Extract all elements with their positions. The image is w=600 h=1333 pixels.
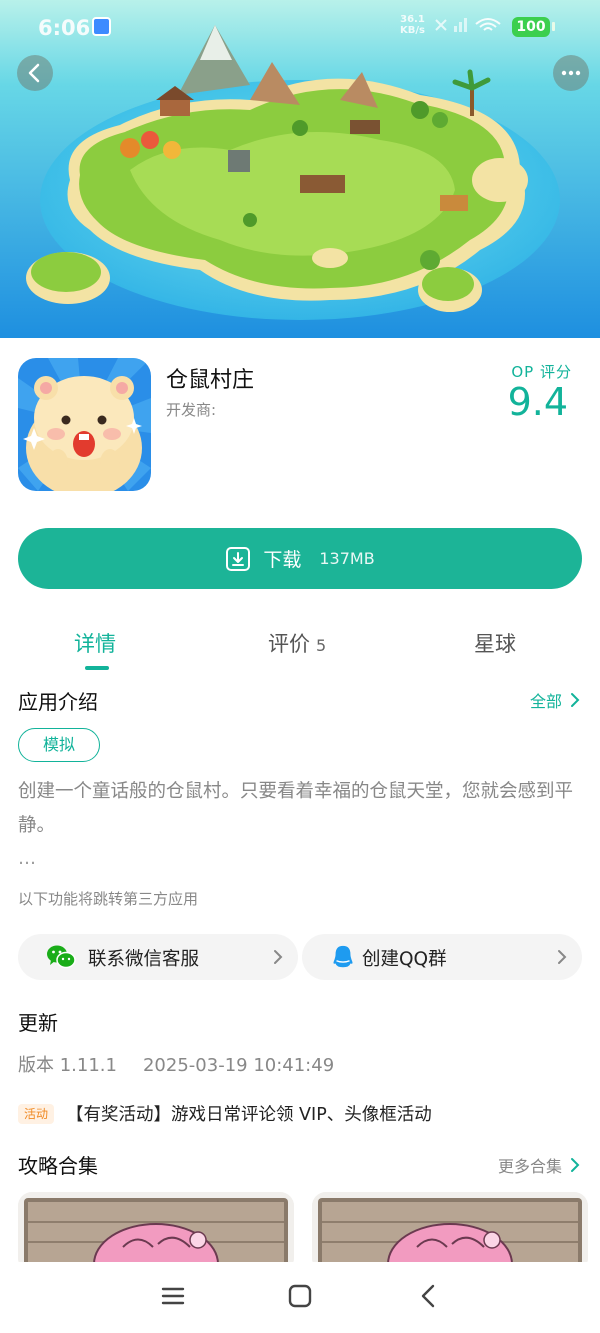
category-tag[interactable]: 模拟: [18, 728, 100, 762]
status-bar: 6:06 36.1 KB/s 100: [0, 0, 600, 52]
network-speed-unit: KB/s: [400, 25, 425, 36]
wechat-icon: [47, 945, 76, 969]
activity-link[interactable]: 【有奖活动】游戏日常评论领 VIP、头像框活动: [66, 1101, 432, 1126]
guides-title: 攻略合集: [18, 1154, 98, 1178]
wechat-service-label: 联系微信客服: [88, 949, 200, 970]
menu-icon[interactable]: [159, 1282, 187, 1310]
battery-tip: [552, 22, 555, 31]
signal-wifi-icons: [435, 18, 501, 32]
tab-details-label: 详情: [74, 632, 116, 656]
chevron-right-icon: [558, 950, 567, 964]
active-tab-indicator: [85, 666, 109, 670]
third-party-note: 以下功能将跳转第三方应用: [18, 890, 199, 908]
more-guides-label: 更多合集: [497, 1157, 562, 1176]
download-icon: [226, 546, 251, 571]
intro-ellipsis: …: [18, 848, 36, 869]
more-dots-icon: [561, 70, 581, 76]
chevron-left-icon: [28, 63, 40, 83]
guide-thumbnail-image: [18, 1192, 294, 1272]
back-button[interactable]: [17, 55, 53, 91]
score-label: OP 评分: [511, 363, 572, 381]
tab-bar: 详情 评价 5 星球: [0, 620, 600, 674]
update-title: 更新: [18, 1011, 58, 1035]
tab-reviews-label: 评价: [268, 632, 310, 656]
more-guides-link[interactable]: 更多合集: [498, 1153, 580, 1177]
tab-details[interactable]: 详情: [74, 628, 116, 658]
status-time: 6:06: [38, 16, 91, 40]
home-square-icon[interactable]: [286, 1282, 314, 1310]
battery-indicator: 100: [512, 17, 550, 37]
wechat-service-button[interactable]: 联系微信客服: [18, 934, 298, 980]
chevron-right-icon: [571, 1158, 580, 1172]
qq-icon: [333, 945, 353, 968]
intro-title: 应用介绍: [18, 690, 98, 714]
guide-card[interactable]: [312, 1192, 588, 1272]
intro-description: 创建一个童话般的仓鼠村。只要看着幸福的仓鼠天堂，您就会感到平静。: [18, 781, 574, 836]
download-label: 下载: [263, 549, 302, 571]
hamster-app-icon: [18, 358, 151, 491]
system-navigation-bar: [0, 1262, 600, 1333]
qq-group-button[interactable]: 创建QQ群: [302, 934, 582, 980]
view-all-label: 全部: [529, 692, 562, 711]
version-info: 版本 1.11.1 2025-03-19 10:41:49: [18, 1051, 334, 1077]
guide-thumbnail-image: [312, 1192, 588, 1272]
download-button[interactable]: 下载 137MB: [18, 528, 582, 589]
guide-card[interactable]: [18, 1192, 294, 1272]
hero-banner: 6:06 36.1 KB/s 100: [0, 0, 600, 338]
chevron-right-icon: [571, 693, 580, 707]
app-name: 仓鼠村庄: [166, 368, 255, 393]
update-datetime: 2025-03-19 10:41:49: [142, 1055, 335, 1076]
tab-planet[interactable]: 星球: [474, 628, 516, 658]
version-number: 版本 1.11.1: [18, 1055, 117, 1076]
notification-app-icon: [92, 17, 111, 36]
qq-group-label: 创建QQ群: [362, 949, 447, 970]
tab-reviews-count: 5: [316, 636, 327, 655]
tab-reviews[interactable]: 评价 5: [268, 628, 326, 658]
chevron-right-icon: [274, 950, 283, 964]
score-value: 9.4: [507, 380, 568, 424]
tab-planet-label: 星球: [474, 632, 516, 656]
view-all-link[interactable]: 全部: [530, 688, 580, 712]
network-speed-value: 36.1: [400, 14, 425, 25]
back-arrow-icon[interactable]: [415, 1282, 443, 1310]
network-speed: 36.1 KB/s: [400, 14, 425, 36]
download-size: 137MB: [319, 549, 375, 568]
developer-label: 开发商:: [166, 401, 217, 419]
more-button[interactable]: [553, 55, 589, 91]
activity-badge: 活动: [18, 1104, 54, 1124]
